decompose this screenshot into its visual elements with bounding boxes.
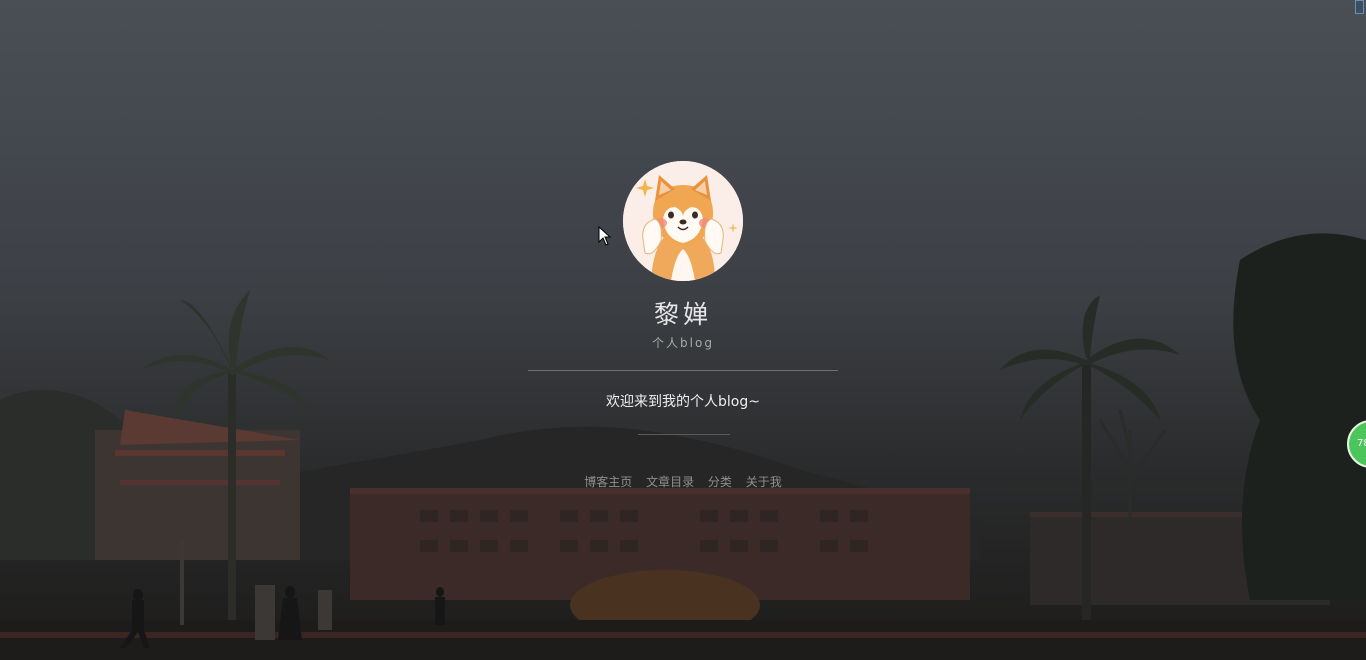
blog-landing-page: 黎婵 个人blog 欢迎来到我的个人blog~ 博客主页 文章目录 分类 关于我…	[0, 0, 1366, 660]
avatar[interactable]	[623, 161, 743, 281]
site-title: 黎婵	[653, 300, 712, 329]
profile-header: 黎婵 个人blog 欢迎来到我的个人blog~ 博客主页 文章目录 分类 关于我	[0, 0, 1366, 660]
nav-item-categories[interactable]: 分类	[708, 475, 732, 489]
nav-item-blog-home[interactable]: 博客主页	[584, 475, 632, 489]
welcome-message: 欢迎来到我的个人blog~	[606, 394, 760, 410]
nav-item-about[interactable]: 关于我	[746, 475, 782, 489]
site-subtitle: 个人blog	[652, 336, 714, 350]
nav-item-archive[interactable]: 文章目录	[646, 475, 694, 489]
divider	[528, 370, 838, 371]
shiba-avatar-icon	[623, 161, 743, 281]
mouse-cursor-icon	[598, 226, 612, 246]
scrollbar-handle[interactable]	[1355, 0, 1364, 14]
main-nav: 博客主页 文章目录 分类 关于我	[483, 473, 883, 491]
divider	[638, 434, 730, 435]
